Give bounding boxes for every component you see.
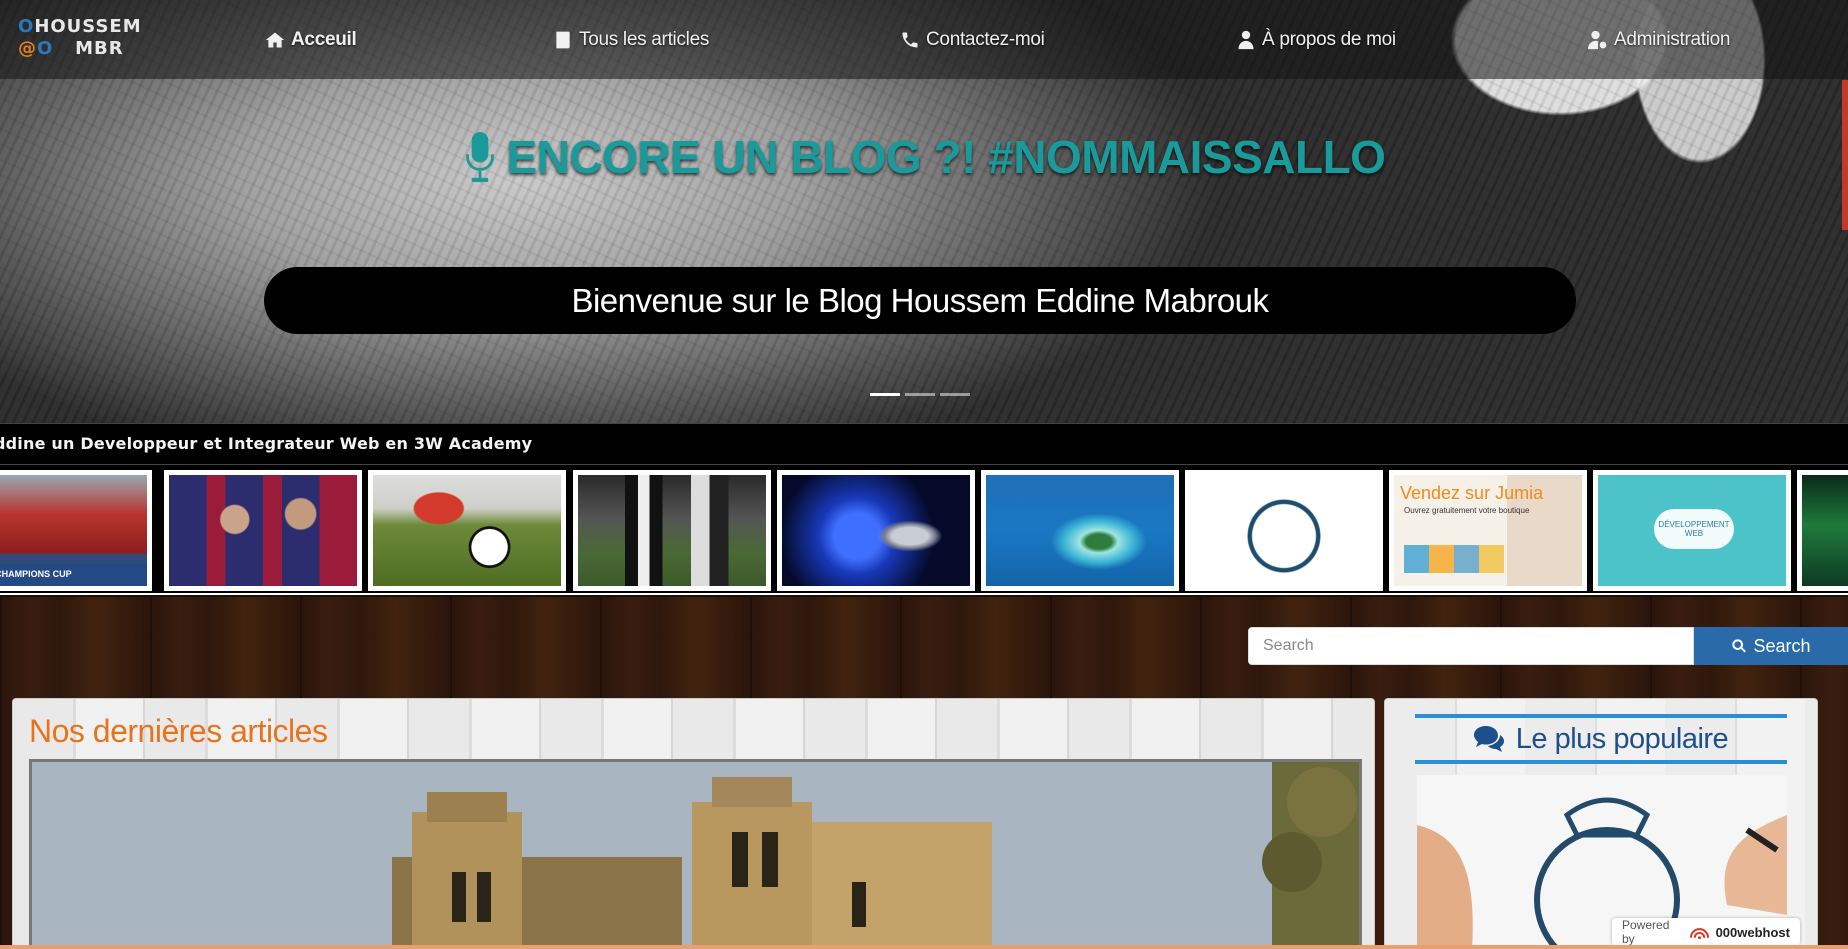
hero-headline: ENCORE UN BLOG ?! #NOMMAISSALLO xyxy=(0,130,1848,184)
logo-mark: O xyxy=(18,16,35,37)
user-tie-icon xyxy=(1238,30,1254,50)
search-icon xyxy=(1732,639,1747,653)
thumbnail[interactable] xyxy=(164,470,362,591)
nav-item-contact[interactable]: Contactez-moi xyxy=(900,27,1045,53)
carousel-indicator[interactable] xyxy=(870,393,900,396)
powered-prefix: Powered by xyxy=(1622,918,1670,946)
nav-item-accueil[interactable]: Acceuil xyxy=(265,27,357,53)
nav-item-articles[interactable]: Tous les articles xyxy=(553,27,709,53)
thumbnail[interactable]: Vendez sur Jumia Ouvrez gratuitement vot… xyxy=(1389,470,1587,591)
popular-title: Le plus populaire xyxy=(1415,714,1787,764)
logo-line-1: OHOUSSEM xyxy=(18,16,142,37)
team-photo-image: ZAYED CHAMPIONS CUP xyxy=(0,475,147,586)
logo-text: HOUSSEM xyxy=(34,16,142,37)
nav-label: Acceuil xyxy=(291,29,357,50)
nav-item-about[interactable]: À propos de moi xyxy=(1236,27,1396,53)
home-icon xyxy=(265,32,285,48)
latest-articles-panel: Nos dernières articles xyxy=(12,698,1375,949)
messi-coutinho-image xyxy=(169,475,357,586)
jumia-illustration xyxy=(1404,545,1504,573)
phone-icon xyxy=(902,32,918,48)
logo-text: MBR xyxy=(75,38,124,59)
carousel-indicators xyxy=(870,393,970,396)
popular-title-text: Le plus populaire xyxy=(1515,722,1729,755)
welcome-banner: Bienvenue sur le Blog Houssem Eddine Mab… xyxy=(264,267,1576,334)
cathedral-image xyxy=(32,762,1359,947)
champions-trophy-image xyxy=(782,475,970,586)
aurora-image xyxy=(1802,475,1848,586)
thumbnail[interactable] xyxy=(1185,470,1383,591)
thumbnail[interactable] xyxy=(368,470,566,591)
ticker-text: ddine un Developpeur et Integrateur Web … xyxy=(0,434,533,453)
logo-line-2: @O MBR xyxy=(18,38,124,59)
thumbnail-caption: ZAYED CHAMPIONS CUP xyxy=(0,564,147,586)
carousel-indicator[interactable] xyxy=(940,393,970,396)
featured-article-image[interactable] xyxy=(29,759,1362,949)
nav-label: Administration xyxy=(1614,29,1731,50)
thumbnail[interactable]: DÉVELOPPEMENT WEB xyxy=(1593,470,1791,591)
bottom-accent-bar xyxy=(0,945,1848,949)
nav-label: Contactez-moi xyxy=(926,29,1045,50)
news-ticker: ddine un Developpeur et Integrateur Web … xyxy=(0,423,1848,465)
jumia-ad-image: Vendez sur Jumia Ouvrez gratuitement vot… xyxy=(1394,475,1582,586)
web-dev-label: DÉVELOPPEMENT WEB xyxy=(1654,509,1734,549)
welcome-text: Bienvenue sur le Blog Houssem Eddine Mab… xyxy=(571,281,1269,319)
jumia-subtitle: Ouvrez gratuitement votre boutique xyxy=(1404,506,1530,515)
thumbnail[interactable] xyxy=(777,470,975,591)
nav-label: À propos de moi xyxy=(1262,29,1396,50)
search-input[interactable]: Search xyxy=(1248,627,1694,665)
site-logo[interactable]: OHOUSSEM @O MBR xyxy=(18,16,148,62)
logo-mark: @ xyxy=(18,38,37,59)
search-button[interactable]: Search xyxy=(1694,627,1848,665)
carousel-indicator[interactable] xyxy=(905,393,935,396)
microphone-icon xyxy=(465,132,494,182)
powered-by-badge[interactable]: Powered by 000webhost xyxy=(1612,918,1800,946)
webhost-logo-icon xyxy=(1689,928,1709,940)
juventus-ajax-image xyxy=(578,475,766,586)
section-title: Nos dernières articles xyxy=(29,713,328,749)
hero-headline-text: ENCORE UN BLOG ?! #NOMMAISSALLO xyxy=(506,131,1386,183)
logo-mark: O xyxy=(37,38,54,59)
search-button-label: Search xyxy=(1753,635,1811,656)
nav-label: Tous les articles xyxy=(579,29,710,50)
thumbnail[interactable] xyxy=(981,470,1179,591)
island-plane-image xyxy=(986,475,1174,586)
thumbnail[interactable] xyxy=(573,470,771,591)
popular-panel: Le plus populaire xyxy=(1384,698,1818,949)
comments-icon xyxy=(1473,726,1504,752)
powered-brand: 000webhost xyxy=(1715,924,1790,940)
thumbnail-strip: ZAYED CHAMPIONS CUP Vendez sur Jumia Ouv… xyxy=(0,465,1848,595)
web-dev-diagram-image: DÉVELOPPEMENT WEB xyxy=(1598,475,1786,586)
nav-item-admin[interactable]: Administration xyxy=(1588,27,1730,53)
user-cog-icon xyxy=(1588,30,1607,50)
search-placeholder: Search xyxy=(1263,637,1314,654)
real-madrid-logo-image xyxy=(1190,475,1378,586)
thumbnail[interactable] xyxy=(1797,470,1848,591)
jumia-title: Vendez sur Jumia xyxy=(1400,483,1544,503)
football-kick-image xyxy=(373,475,561,586)
book-icon xyxy=(556,31,570,49)
thumbnail[interactable]: ZAYED CHAMPIONS CUP xyxy=(0,470,152,591)
top-navbar: OHOUSSEM @O MBR Acceuil Tous les article… xyxy=(0,0,1848,79)
